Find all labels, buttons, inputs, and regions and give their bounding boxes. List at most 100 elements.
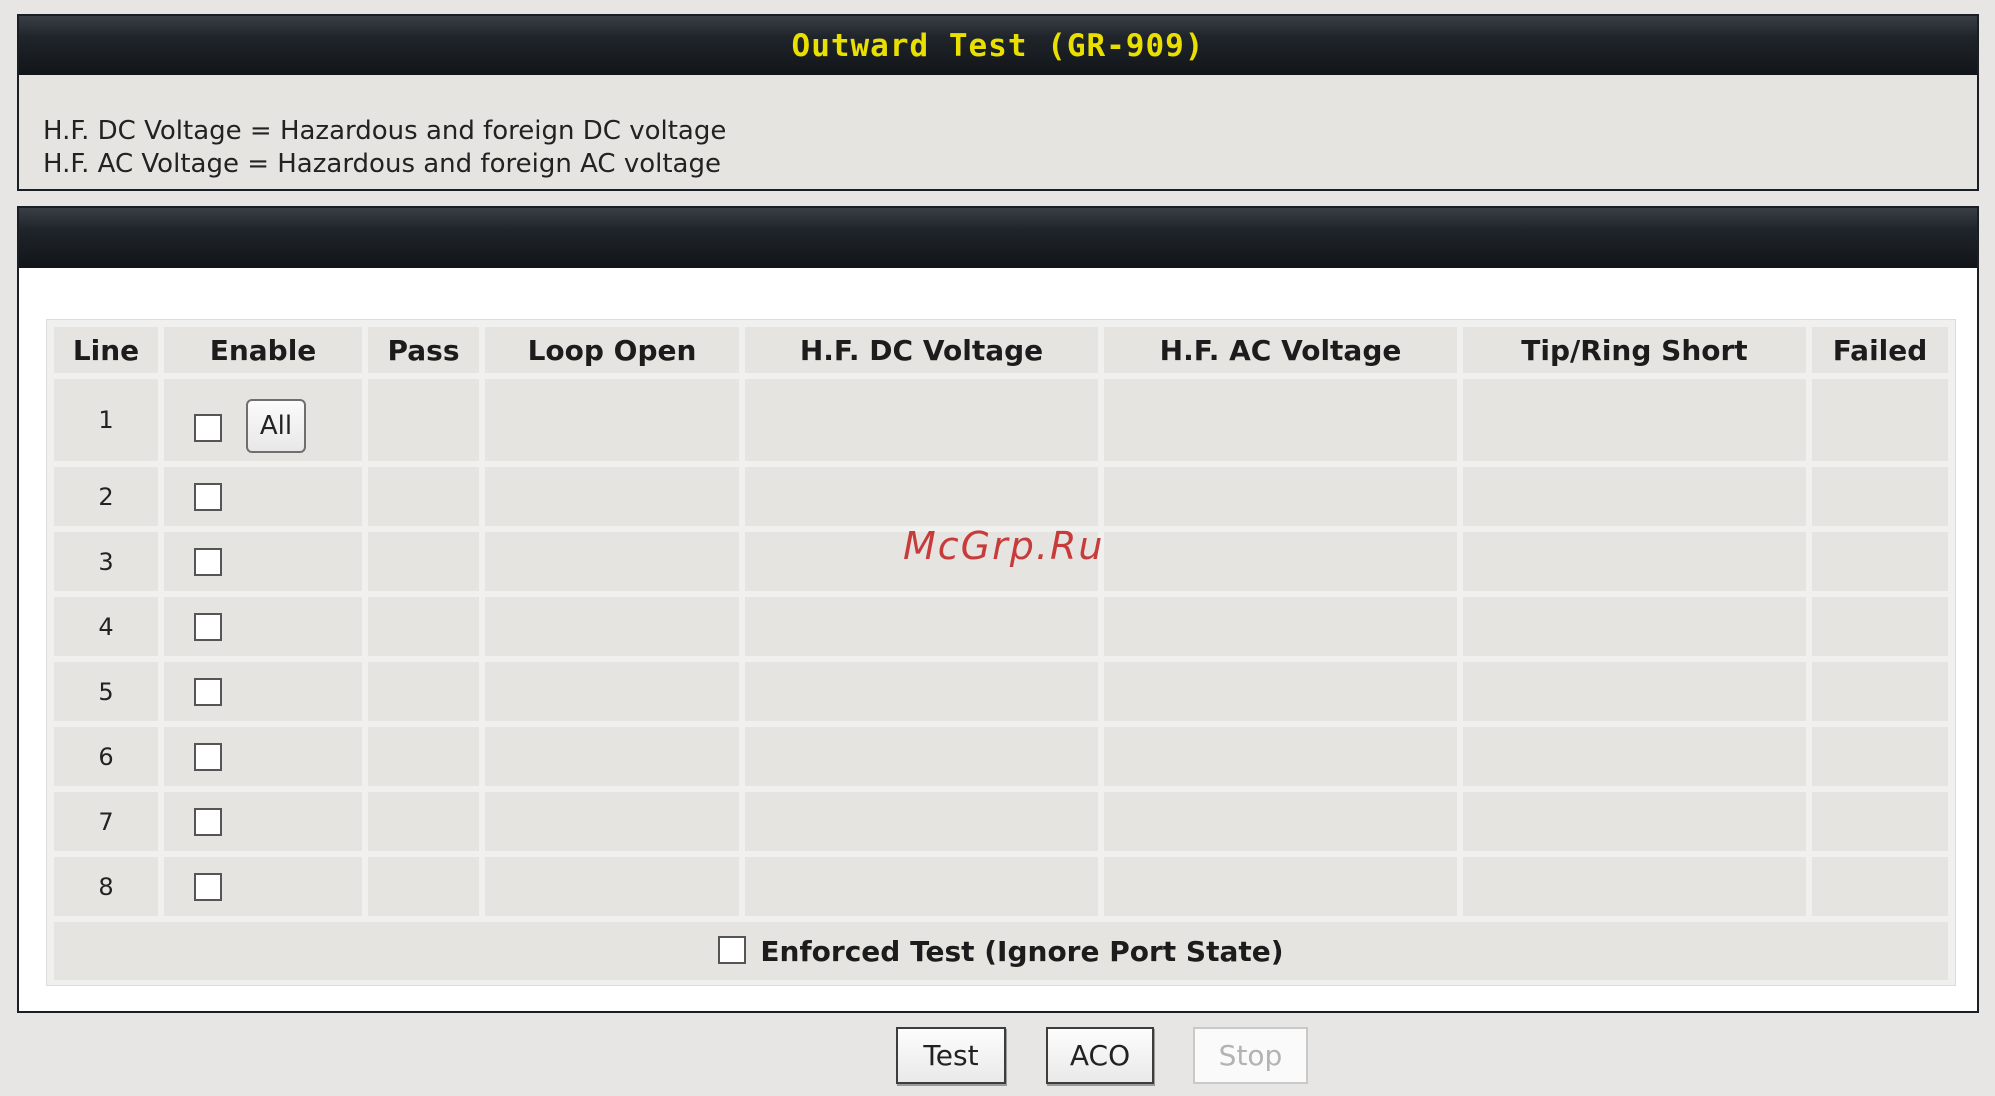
enable-checkbox[interactable] [194,414,222,442]
line-number: 5 [54,662,158,721]
aco-button[interactable]: ACO [1046,1027,1154,1084]
table-row: 1 All [54,379,1948,461]
stop-button[interactable]: Stop [1193,1027,1308,1084]
hf-dc-voltage-cell [745,379,1098,461]
hf-ac-voltage-cell [1104,532,1457,591]
action-buttons: Test ACO Stop [0,1027,1995,1087]
pass-cell [368,792,479,851]
enable-cell [164,532,362,591]
line-number: 2 [54,467,158,526]
column-header-loop-open: Loop Open [485,327,739,373]
failed-cell [1812,857,1948,916]
hf-ac-voltage-cell [1104,467,1457,526]
enable-checkbox[interactable] [194,742,222,771]
line-number: 3 [54,532,158,591]
failed-cell [1812,792,1948,851]
enable-checkbox[interactable] [194,547,222,576]
hf-dc-voltage-cell [745,857,1098,916]
tip-ring-short-cell [1463,662,1806,721]
enable-checkbox[interactable] [194,482,222,511]
column-header-hf-ac-voltage: H.F. AC Voltage [1104,327,1457,373]
line-number: 4 [54,597,158,656]
watermark: McGrp.Ru [903,524,1105,568]
pass-cell [368,467,479,526]
results-grid: Line Enable Pass Loop Open H.F. DC Volta… [46,319,1956,986]
hf-dc-voltage-cell [745,727,1098,786]
page: Outward Test (GR-909) H.F. DC Voltage = … [0,0,1995,1096]
column-header-line: Line [54,327,158,373]
tip-ring-short-cell [1463,379,1806,461]
column-header-pass: Pass [368,327,479,373]
table-row: 7 [54,792,1948,851]
loop-open-cell [485,727,739,786]
line-number: 6 [54,727,158,786]
line-number: 8 [54,857,158,916]
enforced-test-row: Enforced Test (Ignore Port State) [54,922,1948,980]
table-row: 6 [54,727,1948,786]
legend: H.F. DC Voltage = Hazardous and foreign … [19,75,1977,181]
hf-dc-voltage-cell [745,467,1098,526]
failed-cell [1812,597,1948,656]
hf-ac-voltage-cell [1104,379,1457,461]
enforced-test-cell: Enforced Test (Ignore Port State) [54,922,1948,980]
enable-cell [164,467,362,526]
loop-open-cell [485,532,739,591]
enable-checkbox[interactable] [194,677,222,706]
tip-ring-short-cell [1463,857,1806,916]
hf-dc-voltage-cell [745,597,1098,656]
loop-open-cell [485,467,739,526]
enable-cell [164,597,362,656]
tip-ring-short-cell [1463,792,1806,851]
table-row: 2 [54,467,1948,526]
enable-cell [164,857,362,916]
tip-ring-short-cell [1463,727,1806,786]
info-panel: Outward Test (GR-909) H.F. DC Voltage = … [17,14,1979,191]
enable-cell [164,727,362,786]
pass-cell [368,532,479,591]
panel-header-bar [19,208,1977,268]
enable-checkbox[interactable] [194,807,222,836]
tip-ring-short-cell [1463,532,1806,591]
failed-cell [1812,379,1948,461]
hf-ac-voltage-cell [1104,857,1457,916]
table-row: 8 [54,857,1948,916]
table-row: 5 [54,662,1948,721]
loop-open-cell [485,597,739,656]
tip-ring-short-cell [1463,597,1806,656]
hf-ac-voltage-cell [1104,727,1457,786]
table-row: 4 [54,597,1948,656]
hf-ac-voltage-cell [1104,662,1457,721]
failed-cell [1812,662,1948,721]
line-number: 7 [54,792,158,851]
column-header-failed: Failed [1812,327,1948,373]
enforced-test-label: Enforced Test (Ignore Port State) [760,934,1284,968]
test-button[interactable]: Test [896,1027,1006,1084]
enable-checkbox[interactable] [194,612,222,641]
line-number: 1 [54,379,158,461]
loop-open-cell [485,857,739,916]
pass-cell [368,662,479,721]
hf-dc-voltage-cell [745,662,1098,721]
loop-open-cell [485,662,739,721]
hf-ac-voltage-cell [1104,792,1457,851]
column-header-enable: Enable [164,327,362,373]
pass-cell [368,857,479,916]
select-all-button[interactable]: All [246,399,306,453]
loop-open-cell [485,792,739,851]
title-bar: Outward Test (GR-909) [19,16,1977,75]
pass-cell [368,597,479,656]
test-panel: Line Enable Pass Loop Open H.F. DC Volta… [17,206,1979,1013]
tip-ring-short-cell [1463,467,1806,526]
pass-cell [368,727,479,786]
legend-ac: H.F. AC Voltage = Hazardous and foreign … [43,149,721,179]
failed-cell [1812,467,1948,526]
enforced-test-checkbox[interactable] [718,935,747,964]
enable-cell: All [164,379,362,461]
failed-cell [1812,532,1948,591]
results-table: Line Enable Pass Loop Open H.F. DC Volta… [48,321,1954,986]
enable-cell [164,792,362,851]
failed-cell [1812,727,1948,786]
enable-checkbox[interactable] [194,872,222,901]
page-title: Outward Test (GR-909) [791,27,1205,64]
legend-dc: H.F. DC Voltage = Hazardous and foreign … [43,116,727,146]
